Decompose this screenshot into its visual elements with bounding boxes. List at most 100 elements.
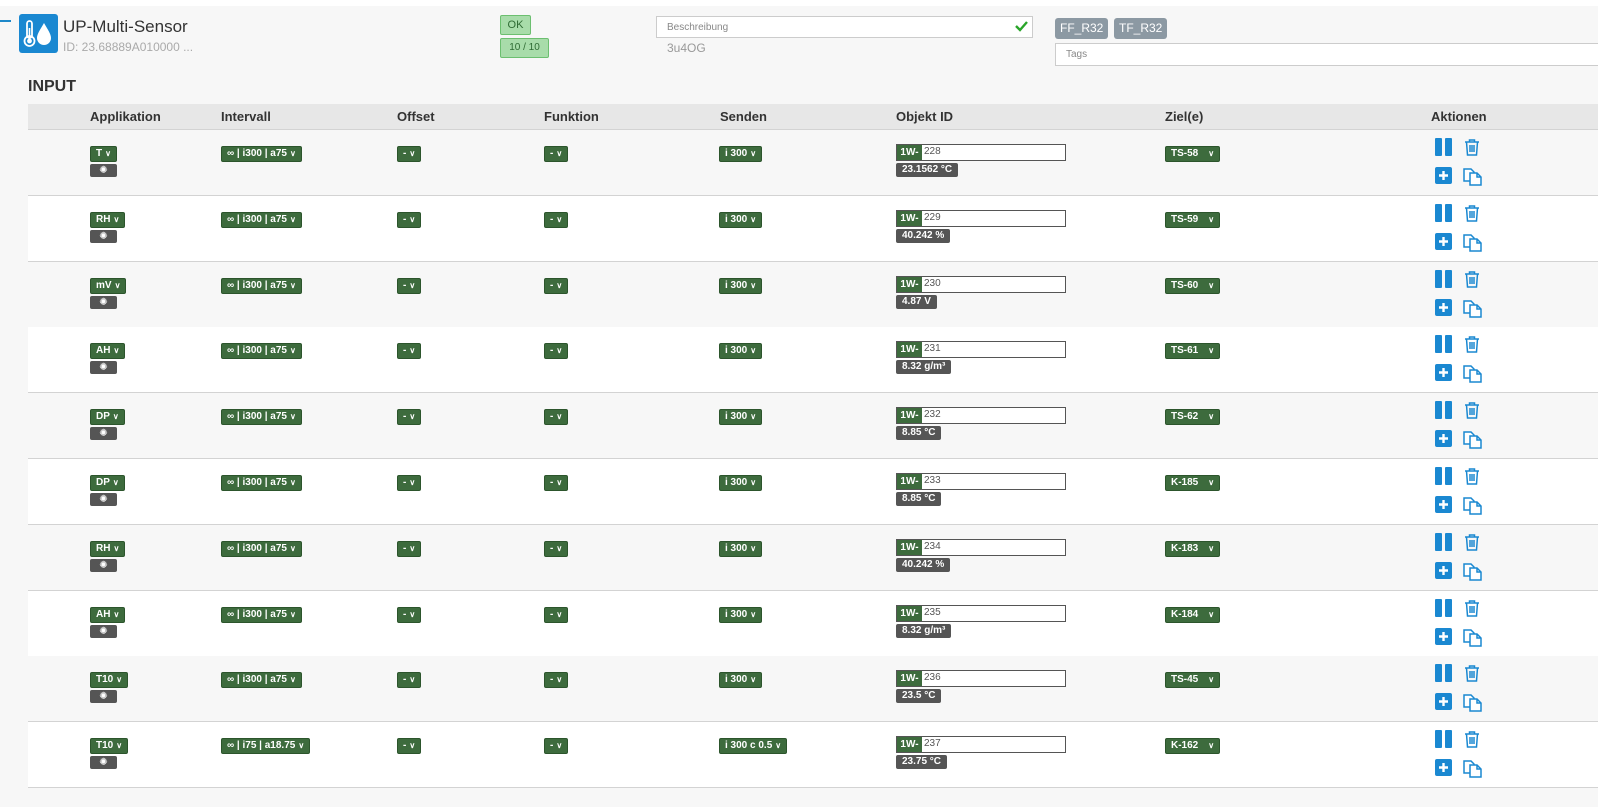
cog-icon[interactable]: ✺	[90, 427, 117, 440]
objekt-id-value[interactable]: 235	[924, 607, 941, 618]
ziel-dropdown[interactable]: TS-59 ∨	[1165, 212, 1221, 228]
pause-icon[interactable]	[1435, 599, 1453, 617]
description-field[interactable]	[656, 16, 1033, 38]
ziel-dropdown[interactable]: TS-61 ∨	[1165, 343, 1221, 359]
tags-input[interactable]	[1056, 44, 1466, 65]
funktion-dropdown[interactable]: - ∨	[544, 672, 569, 688]
objekt-id-field[interactable]: 1W- 236	[896, 670, 1066, 687]
objekt-id-value[interactable]: 232	[924, 409, 941, 420]
tags-field[interactable]	[1055, 43, 1598, 66]
pause-icon[interactable]	[1435, 533, 1453, 551]
senden-dropdown[interactable]: i 300 ∨	[719, 343, 763, 359]
cog-icon[interactable]: ✺	[90, 493, 117, 506]
pause-icon[interactable]	[1435, 401, 1453, 419]
plus-square-icon[interactable]	[1435, 364, 1453, 382]
trash-icon[interactable]	[1463, 467, 1481, 485]
offset-dropdown[interactable]: - ∨	[397, 278, 422, 294]
plus-square-icon[interactable]	[1435, 167, 1453, 185]
pause-icon[interactable]	[1435, 270, 1453, 288]
pause-icon[interactable]	[1435, 664, 1453, 682]
copy-icon[interactable]	[1462, 298, 1484, 318]
plus-square-icon[interactable]	[1435, 233, 1453, 251]
plus-square-icon[interactable]	[1435, 759, 1453, 777]
offset-dropdown[interactable]: - ∨	[397, 607, 422, 623]
funktion-dropdown[interactable]: - ∨	[544, 607, 569, 623]
intervall-dropdown[interactable]: ∞ | i300 | a75 ∨	[221, 409, 302, 425]
cog-icon[interactable]: ✺	[90, 296, 117, 309]
pause-icon[interactable]	[1435, 138, 1453, 156]
objekt-id-field[interactable]: 1W- 231	[896, 341, 1066, 358]
trash-icon[interactable]	[1463, 664, 1481, 682]
cog-icon[interactable]: ✺	[90, 230, 117, 243]
copy-icon[interactable]	[1462, 429, 1484, 449]
ziel-dropdown[interactable]: K-184 ∨	[1165, 607, 1221, 623]
intervall-dropdown[interactable]: ∞ | i300 | a75 ∨	[221, 212, 302, 228]
intervall-dropdown[interactable]: ∞ | i300 | a75 ∨	[221, 278, 302, 294]
senden-dropdown[interactable]: i 300 c 0.5 ∨	[719, 738, 788, 754]
objekt-id-value[interactable]: 228	[924, 146, 941, 157]
funktion-dropdown[interactable]: - ∨	[544, 409, 569, 425]
objekt-id-field[interactable]: 1W- 228	[896, 144, 1066, 161]
cog-icon[interactable]: ✺	[90, 690, 117, 703]
ziel-dropdown[interactable]: K-183 ∨	[1165, 541, 1221, 557]
senden-dropdown[interactable]: i 300 ∨	[719, 278, 763, 294]
objekt-id-field[interactable]: 1W- 237	[896, 736, 1066, 753]
ziel-dropdown[interactable]: K-162 ∨	[1165, 738, 1221, 754]
intervall-dropdown[interactable]: ∞ | i300 | a75 ∨	[221, 607, 302, 623]
pause-icon[interactable]	[1435, 467, 1453, 485]
copy-icon[interactable]	[1462, 561, 1484, 581]
applikation-dropdown[interactable]: AH ∨	[90, 607, 126, 623]
intervall-dropdown[interactable]: ∞ | i300 | a75 ∨	[221, 672, 302, 688]
trash-icon[interactable]	[1463, 270, 1481, 288]
objekt-id-field[interactable]: 1W- 234	[896, 539, 1066, 556]
trash-icon[interactable]	[1463, 730, 1481, 748]
applikation-dropdown[interactable]: RH ∨	[90, 212, 126, 228]
plus-square-icon[interactable]	[1435, 496, 1453, 514]
copy-icon[interactable]	[1462, 758, 1484, 778]
offset-dropdown[interactable]: - ∨	[397, 146, 422, 162]
intervall-dropdown[interactable]: ∞ | i300 | a75 ∨	[221, 343, 302, 359]
objekt-id-value[interactable]: 236	[924, 672, 941, 683]
trash-icon[interactable]	[1463, 599, 1481, 617]
applikation-dropdown[interactable]: T10 ∨	[90, 738, 129, 754]
senden-dropdown[interactable]: i 300 ∨	[719, 146, 763, 162]
objekt-id-field[interactable]: 1W- 229	[896, 210, 1066, 227]
funktion-dropdown[interactable]: - ∨	[544, 146, 569, 162]
copy-icon[interactable]	[1462, 495, 1484, 515]
plus-square-icon[interactable]	[1435, 299, 1453, 317]
objekt-id-value[interactable]: 231	[924, 343, 941, 354]
offset-dropdown[interactable]: - ∨	[397, 212, 422, 228]
description-input[interactable]	[657, 17, 1007, 37]
pause-icon[interactable]	[1435, 730, 1453, 748]
pause-icon[interactable]	[1435, 335, 1453, 353]
plus-square-icon[interactable]	[1435, 430, 1453, 448]
objekt-id-field[interactable]: 1W- 232	[896, 407, 1066, 424]
objekt-id-value[interactable]: 233	[924, 475, 941, 486]
objekt-id-field[interactable]: 1W- 230	[896, 276, 1066, 293]
senden-dropdown[interactable]: i 300 ∨	[719, 541, 763, 557]
intervall-dropdown[interactable]: ∞ | i300 | a75 ∨	[221, 541, 302, 557]
offset-dropdown[interactable]: - ∨	[397, 475, 422, 491]
applikation-dropdown[interactable]: DP ∨	[90, 409, 125, 425]
copy-icon[interactable]	[1462, 627, 1484, 647]
applikation-dropdown[interactable]: T10 ∨	[90, 672, 129, 688]
senden-dropdown[interactable]: i 300 ∨	[719, 607, 763, 623]
expand-indicator[interactable]	[0, 20, 11, 22]
copy-icon[interactable]	[1462, 166, 1484, 186]
funktion-dropdown[interactable]: - ∨	[544, 212, 569, 228]
funktion-dropdown[interactable]: - ∨	[544, 738, 569, 754]
cog-icon[interactable]: ✺	[90, 164, 117, 177]
trash-icon[interactable]	[1463, 533, 1481, 551]
senden-dropdown[interactable]: i 300 ∨	[719, 475, 763, 491]
plus-square-icon[interactable]	[1435, 693, 1453, 711]
trash-icon[interactable]	[1463, 204, 1481, 222]
intervall-dropdown[interactable]: ∞ | i300 | a75 ∨	[221, 146, 302, 162]
applikation-dropdown[interactable]: AH ∨	[90, 343, 126, 359]
applikation-dropdown[interactable]: DP ∨	[90, 475, 125, 491]
cog-icon[interactable]: ✺	[90, 756, 117, 769]
funktion-dropdown[interactable]: - ∨	[544, 343, 569, 359]
tag-chip[interactable]: TF_R32	[1114, 18, 1168, 39]
ziel-dropdown[interactable]: TS-45 ∨	[1165, 672, 1221, 688]
objekt-id-value[interactable]: 229	[924, 212, 941, 223]
applikation-dropdown[interactable]: RH ∨	[90, 541, 126, 557]
